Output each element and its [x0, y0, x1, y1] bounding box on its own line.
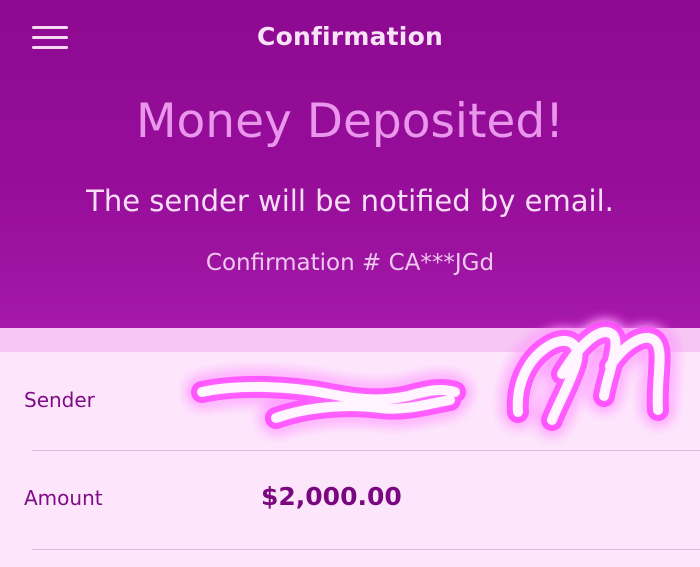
- amount-value: $2,000.00: [261, 482, 402, 511]
- sender-row: Sender: [0, 352, 700, 450]
- section-separator: [0, 328, 700, 352]
- amount-label: Amount: [24, 486, 103, 510]
- notification-message: The sender will be notified by email.: [86, 184, 614, 218]
- row-divider: [32, 549, 700, 550]
- confirmation-number: Confirmation # CA***JGd: [205, 250, 495, 276]
- deposit-headline: Money Deposited!: [135, 94, 565, 149]
- sender-label: Sender: [24, 388, 95, 412]
- amount-row: Amount $2,000.00: [0, 450, 700, 548]
- confirmation-header: Confirmation Money Deposited! The sender…: [0, 0, 700, 328]
- page-title: Confirmation: [257, 22, 443, 51]
- deposit-details-list: Sender Amount $2,000.00: [0, 352, 700, 567]
